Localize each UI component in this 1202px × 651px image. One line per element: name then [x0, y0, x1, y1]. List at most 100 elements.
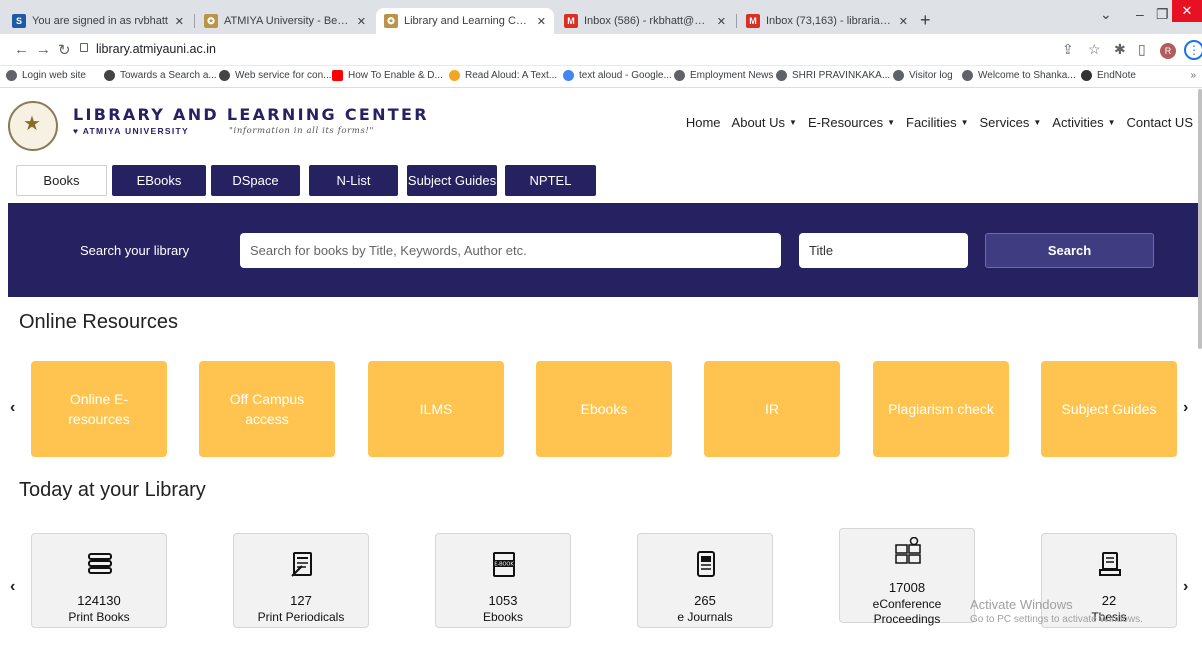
close-tab-icon[interactable]: ✕	[899, 15, 908, 28]
bookmark-item[interactable]: Welcome to Shanka...	[962, 70, 1076, 81]
profile-avatar[interactable]: R	[1160, 43, 1176, 59]
resource-card-ir[interactable]: IR	[704, 361, 840, 457]
bookmark-item[interactable]: EndNote	[1081, 70, 1136, 81]
reload-icon[interactable]: ↻	[58, 41, 71, 59]
bookmark-item[interactable]: Employment News	[674, 70, 773, 81]
stat-label: eConference Proceedings	[872, 597, 942, 626]
stat-card-print-periodicals[interactable]: 127 Print Periodicals	[233, 533, 369, 628]
bookmark-item[interactable]: Read Aloud: A Text...	[449, 70, 557, 81]
minimize-button[interactable]: –	[1136, 6, 1144, 22]
search-label: Search your library	[80, 243, 190, 258]
activate-windows-hint: Go to PC settings to activate Windows.	[970, 614, 1143, 625]
bookmark-item[interactable]: Visitor log	[893, 70, 953, 81]
share-icon[interactable]: ⇪	[1062, 41, 1074, 58]
site-header: LIBRARY AND LEARNING CENTER ♥ ATMIYA UNI…	[0, 89, 1202, 155]
bookmark-label: Web service for con...	[235, 70, 332, 81]
bookmark-item[interactable]: text aloud - Google...	[563, 70, 672, 81]
browser-tab[interactable]: ✪ ATMIYA University - Best Universi ✕	[196, 8, 374, 34]
search-band: Search your library Title Search	[8, 203, 1200, 297]
browser-tab-active[interactable]: ✪ Library and Learning Center | Atr ✕	[376, 8, 554, 34]
resource-tabs: Books EBooks DSpace N-List Subject Guide…	[0, 163, 1202, 197]
extensions-icon[interactable]: ✱	[1114, 41, 1126, 58]
bookmark-item[interactable]: Web service for con...	[219, 70, 332, 81]
bookmark-label: Login web site	[22, 70, 86, 81]
site-title[interactable]: LIBRARY AND LEARNING CENTER	[73, 105, 429, 124]
thesis-icon	[1099, 552, 1121, 576]
stat-card-print-books[interactable]: 124130 Print Books	[31, 533, 167, 628]
search-input[interactable]	[240, 233, 781, 268]
tab-ebooks[interactable]: EBooks	[112, 165, 206, 196]
resource-card-plagiarism[interactable]: Plagiarism check	[873, 361, 1009, 457]
close-window-button[interactable]: ✕	[1172, 0, 1202, 22]
tab-search-icon[interactable]: ⌄	[1100, 6, 1112, 23]
back-icon[interactable]: ←	[14, 41, 29, 58]
bookmark-item[interactable]: How To Enable & D...	[332, 70, 443, 81]
resource-card-ebooks[interactable]: Ebooks	[536, 361, 672, 457]
bookmark-item[interactable]: SHRI PRAVINKAKA...	[776, 70, 890, 81]
stat-card-econference[interactable]: 17008 eConference Proceedings	[839, 528, 975, 626]
stat-card-ejournals[interactable]: 265 e Journals	[637, 533, 773, 628]
researchgate-icon	[104, 70, 115, 81]
periodical-icon	[291, 552, 312, 577]
tab-nptel[interactable]: NPTEL	[505, 165, 596, 196]
globe-icon	[893, 70, 904, 81]
bookmark-label: EndNote	[1097, 70, 1136, 81]
bookmark-star-icon[interactable]: ☆	[1088, 41, 1101, 58]
tab-favicon-icon: S	[12, 14, 26, 28]
gmail-icon: M	[564, 14, 578, 28]
stats-next-icon[interactable]: ›	[1183, 578, 1188, 596]
search-button[interactable]: Search	[985, 233, 1154, 268]
nav-home[interactable]: Home	[686, 115, 721, 130]
nav-facilities[interactable]: Facilities ▼	[906, 115, 969, 130]
nav-services[interactable]: Services ▼	[980, 115, 1042, 130]
bookmark-item[interactable]: Towards a Search a...	[104, 70, 217, 81]
close-tab-icon[interactable]: ✕	[537, 15, 546, 28]
university-logo[interactable]	[8, 101, 58, 151]
url-field[interactable]: library.atmiyauni.ac.in	[96, 42, 216, 56]
tab-dspace[interactable]: DSpace	[211, 165, 300, 196]
tab-books[interactable]: Books	[16, 165, 107, 196]
browser-tab[interactable]: M Inbox (73,163) - librarian@atmiyu ✕	[738, 8, 916, 34]
resource-card-off-campus[interactable]: Off Campus access	[199, 361, 335, 457]
browser-tab[interactable]: M Inbox (586) - rkbhatt@aits.edu.in ✕	[556, 8, 734, 34]
conference-icon	[895, 537, 921, 564]
tab-n-list[interactable]: N-List	[309, 165, 398, 196]
side-panel-icon[interactable]: ▯	[1138, 41, 1146, 58]
browser-tab[interactable]: S You are signed in as rvbhatt ✕	[4, 8, 192, 34]
carousel-prev-icon[interactable]: ‹	[10, 399, 15, 417]
bookmark-label: SHRI PRAVINKAKA...	[792, 70, 891, 81]
caret-down-icon: ▼	[1107, 118, 1116, 127]
nav-contact-us[interactable]: Contact US	[1127, 115, 1193, 130]
nav-about-us[interactable]: About Us ▼	[732, 115, 797, 130]
tab-title: Inbox (73,163) - librarian@atmiyu	[766, 15, 893, 27]
search-field-select[interactable]: Title	[799, 233, 968, 268]
bookmark-item[interactable]: Login web site	[6, 70, 86, 81]
more-bookmarks-icon[interactable]: »	[1190, 70, 1196, 81]
globe-icon	[674, 70, 685, 81]
stat-value: 124130	[77, 593, 121, 608]
close-tab-icon[interactable]: ✕	[717, 15, 726, 28]
nav-e-resources[interactable]: E-Resources ▼	[808, 115, 895, 130]
stat-card-ebooks[interactable]: E-BOOK 1053 Ebooks	[435, 533, 571, 628]
page-scrollbar[interactable]	[1198, 89, 1202, 349]
bookmark-label: Employment News	[690, 70, 774, 81]
nav-label: Facilities	[906, 115, 957, 130]
rainbow-icon	[449, 70, 460, 81]
carousel-next-icon[interactable]: ›	[1183, 399, 1188, 417]
resource-card-online-e-resources[interactable]: Online E-resources	[31, 361, 167, 457]
bookmark-label: Read Aloud: A Text...	[465, 70, 558, 81]
chrome-menu-icon[interactable]: ⋮	[1184, 40, 1202, 60]
bookmark-label: Visitor log	[909, 70, 953, 81]
tab-subject-guides[interactable]: Subject Guides	[407, 165, 497, 196]
close-tab-icon[interactable]: ✕	[175, 15, 184, 28]
close-tab-icon[interactable]: ✕	[357, 15, 366, 28]
restore-button[interactable]: ❐	[1156, 6, 1169, 23]
nav-activities[interactable]: Activities ▼	[1052, 115, 1115, 130]
forward-icon[interactable]: →	[36, 41, 51, 58]
ebook-icon: E-BOOK	[493, 552, 515, 577]
stats-prev-icon[interactable]: ‹	[10, 578, 15, 596]
resource-card-ilms[interactable]: ILMS	[368, 361, 504, 457]
books-stack-icon	[88, 553, 112, 574]
new-tab-button[interactable]: +	[920, 10, 931, 30]
resource-card-subject-guides[interactable]: Subject Guides	[1041, 361, 1177, 457]
